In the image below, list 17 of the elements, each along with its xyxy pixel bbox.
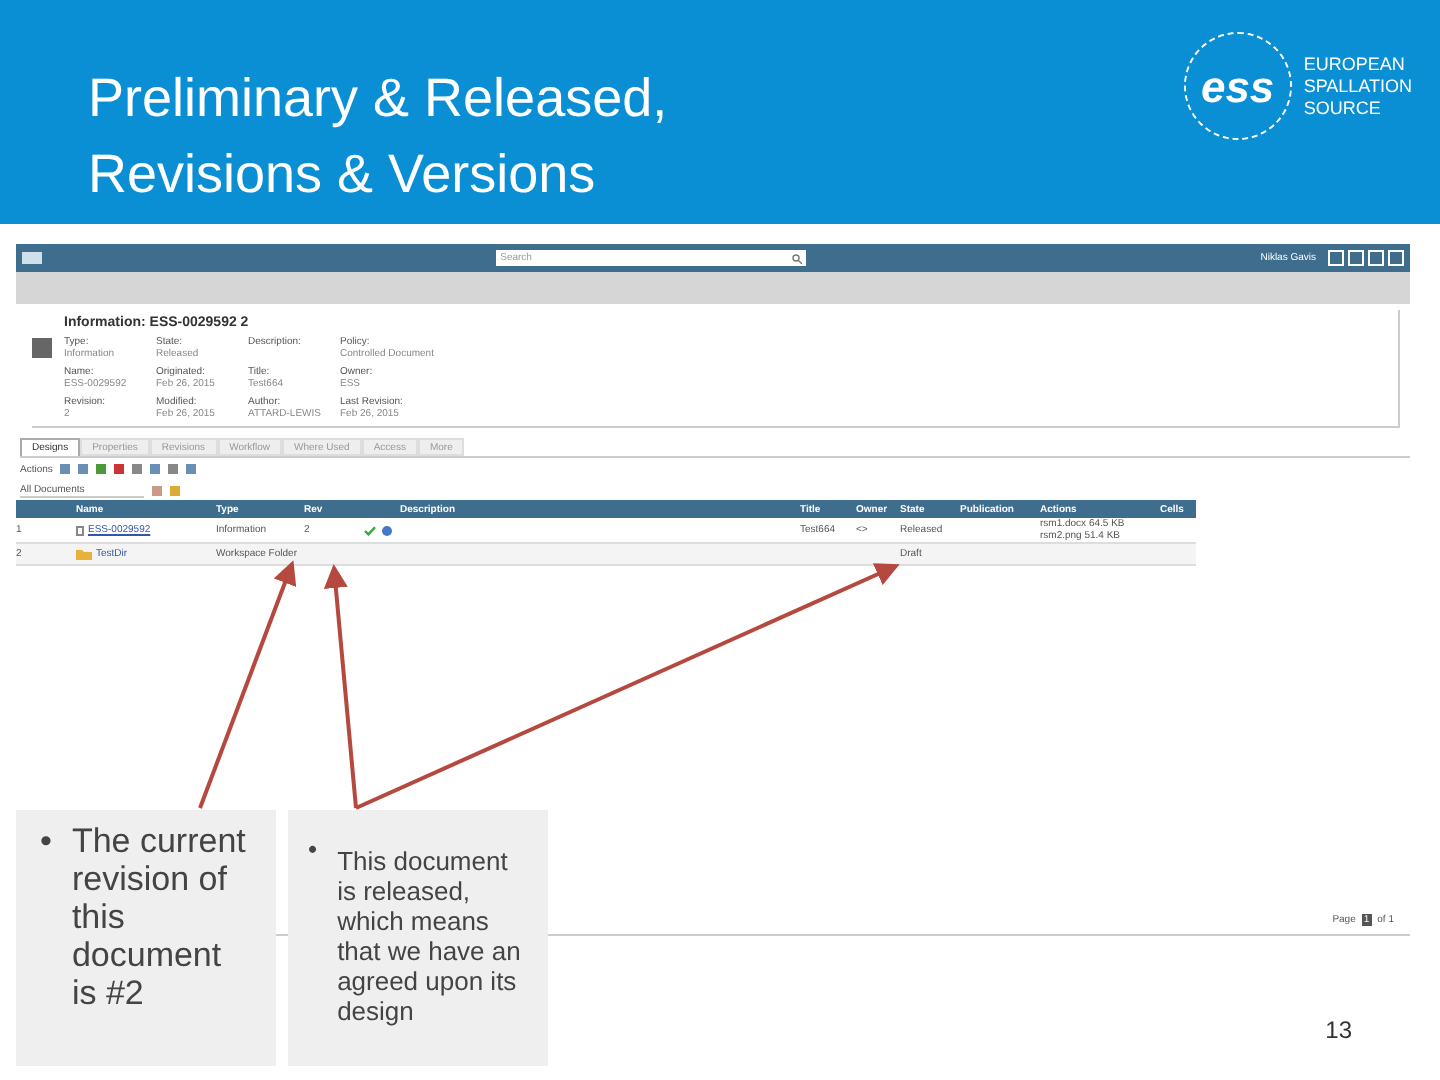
document-icon xyxy=(76,525,84,535)
callout-text: The current revision of this document is #2 xyxy=(71,822,248,1016)
logo-text: SOURCE xyxy=(1303,97,1383,119)
app-logo-icon xyxy=(22,252,42,264)
bullet: • xyxy=(40,822,52,864)
slide-title: Preliminary & Released, xyxy=(88,66,668,132)
bullet: • xyxy=(308,834,318,868)
logo-mark: ess xyxy=(1183,32,1292,140)
page-number: 13 xyxy=(1325,1014,1352,1048)
slide-title: Revisions & Versions xyxy=(88,142,598,208)
logo-text: SPALLATION xyxy=(1303,75,1412,97)
callout-text: This document is released, which means that we have an agreed upon its design xyxy=(337,846,522,1030)
search-icon xyxy=(792,253,803,263)
logo-text: EUROPEAN xyxy=(1303,53,1407,75)
folder-icon xyxy=(76,548,92,560)
info-icon[interactable] xyxy=(382,525,392,535)
document-icon xyxy=(32,338,52,358)
